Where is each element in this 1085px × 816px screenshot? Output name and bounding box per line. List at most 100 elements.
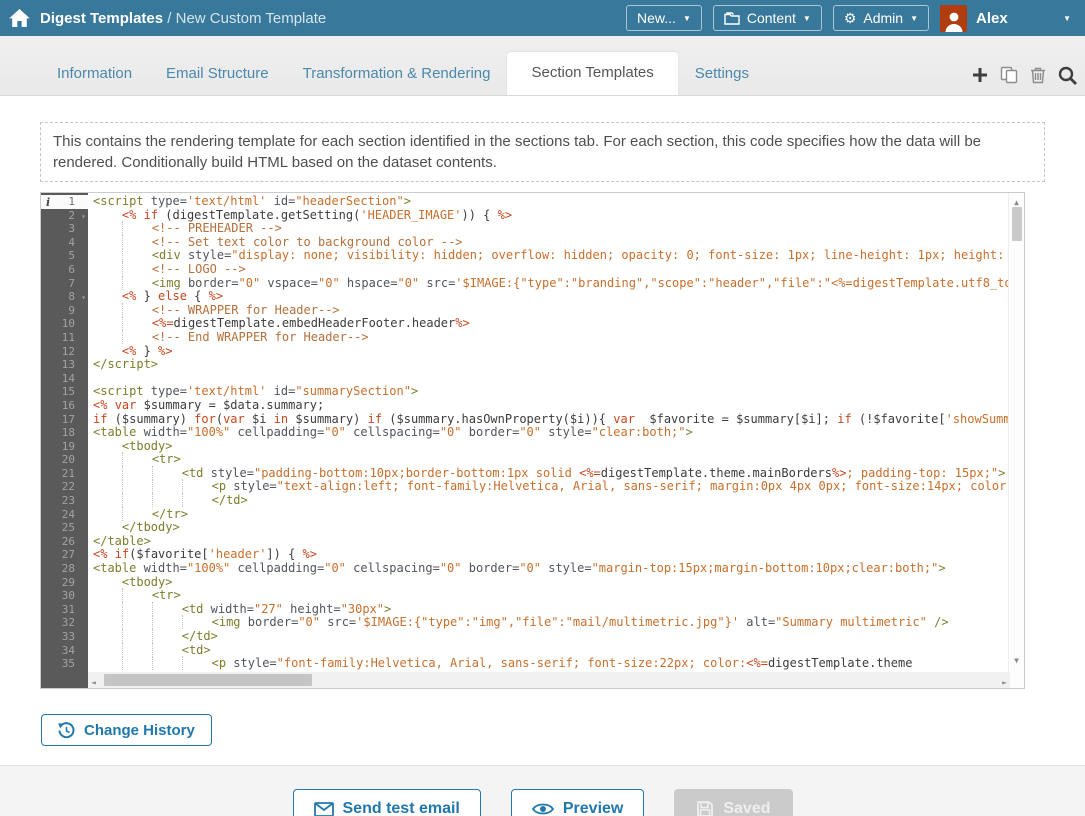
tab-section-templates[interactable]: Section Templates [507, 52, 677, 95]
gutter-line-10[interactable]: 10 [41, 317, 88, 331]
code-line-25: </tbody> [93, 521, 1010, 535]
gutter-line-14[interactable]: 14 [41, 372, 88, 386]
content-menu-button[interactable]: Content ▼ [713, 5, 822, 31]
gutter-line-18[interactable]: 18 [41, 426, 88, 440]
gutter-line-29[interactable]: 29 [41, 576, 88, 590]
gutter-line-15[interactable]: 15 [41, 385, 88, 399]
tab-information[interactable]: Information [40, 54, 149, 95]
tab-transformation-rendering[interactable]: Transformation & Rendering [286, 54, 508, 95]
gutter-line-33[interactable]: 33 [41, 630, 88, 644]
code-line-21: <td style="padding-bottom:10px;border-bo… [93, 467, 1010, 481]
indent-guide [122, 276, 152, 290]
home-button[interactable] [0, 0, 38, 36]
line-number: 24 [62, 508, 75, 521]
fold-arrow-icon[interactable]: ▾ [81, 210, 86, 224]
line-number: 22 [62, 480, 75, 493]
line-number: 6 [68, 263, 75, 276]
gutter-line-13[interactable]: 13 [41, 358, 88, 372]
gutter-line-25[interactable]: 25 [41, 521, 88, 535]
info-annotation-icon[interactable]: i [46, 196, 50, 210]
indent-guide [93, 289, 122, 303]
code-editor[interactable]: i12▾345678▾91011121314151617181920212223… [40, 192, 1025, 689]
gutter-line-6[interactable]: 6 [41, 263, 88, 277]
gutter-line-23[interactable]: 23 [41, 494, 88, 508]
code-line-12: <% } %> [93, 345, 1010, 359]
code-line-30: <tr> [93, 589, 1010, 603]
editor-vertical-scrollbar[interactable]: ▲ ▼ [1008, 193, 1024, 688]
gutter-line-34[interactable]: 34 [41, 644, 88, 658]
scroll-right-arrow-icon[interactable]: ► [1002, 676, 1007, 689]
indent-guide [93, 520, 122, 534]
duplicate-button[interactable] [999, 65, 1019, 85]
new-menu-button[interactable]: New... ▼ [626, 5, 702, 31]
scroll-left-arrow-icon[interactable]: ◄ [91, 676, 96, 689]
indent-guide [93, 479, 122, 493]
gutter-line-11[interactable]: 11 [41, 331, 88, 345]
save-icon [696, 800, 714, 816]
code-line-27: <% if($favorite['header']) { %> [93, 548, 1010, 562]
gutter-line-7[interactable]: 7 [41, 277, 88, 291]
code-line-14 [93, 372, 1010, 386]
tab-settings[interactable]: Settings [678, 54, 766, 95]
gutter-line-8[interactable]: 8▾ [41, 290, 88, 304]
gutter-line-1[interactable]: i1 [41, 195, 88, 209]
line-number: 18 [62, 426, 75, 439]
gutter-line-16[interactable]: 16 [41, 399, 88, 413]
gutter-line-2[interactable]: 2▾ [41, 209, 88, 223]
editor-code-area[interactable]: <script type='text/html' id="headerSecti… [88, 193, 1010, 674]
indent-guide [122, 248, 152, 262]
user-menu-button[interactable]: Alex ▼ [940, 0, 1085, 36]
admin-menu-button[interactable]: ⚙ Admin ▼ [833, 5, 929, 31]
gutter-line-4[interactable]: 4 [41, 236, 88, 250]
indent-guide [122, 588, 152, 602]
gutter-line-35[interactable]: 35 [41, 657, 88, 671]
line-number: 33 [62, 630, 75, 643]
indent-guide [152, 656, 182, 670]
change-history-button[interactable]: Change History [41, 714, 212, 746]
gutter-line-28[interactable]: 28 [41, 562, 88, 576]
indent-guide [93, 656, 122, 670]
top-navigation-bar: Digest Templates / New Custom Template N… [0, 0, 1085, 36]
editor-horizontal-scrollbar[interactable]: ◄ ► [88, 672, 1010, 688]
gutter-line-20[interactable]: 20 [41, 453, 88, 467]
gutter-line-32[interactable]: 32 [41, 616, 88, 630]
fold-arrow-icon[interactable]: ▾ [81, 291, 86, 305]
chevron-down-icon: ▼ [1063, 14, 1071, 23]
delete-button[interactable] [1028, 65, 1048, 85]
gutter-line-24[interactable]: 24 [41, 508, 88, 522]
gutter-line-26[interactable]: 26 [41, 535, 88, 549]
tab-email-structure[interactable]: Email Structure [149, 54, 286, 95]
gutter-line-31[interactable]: 31 [41, 603, 88, 617]
gutter-line-30[interactable]: 30 [41, 589, 88, 603]
chevron-down-icon: ▼ [683, 14, 691, 23]
vertical-scroll-thumb[interactable] [1012, 207, 1022, 241]
chevron-down-icon: ▼ [803, 14, 811, 23]
scroll-down-arrow-icon[interactable]: ▼ [1009, 654, 1024, 668]
horizontal-scroll-thumb[interactable] [104, 674, 312, 686]
saved-button[interactable]: Saved [674, 789, 792, 816]
indent-guide [182, 615, 212, 629]
gutter-line-17[interactable]: 17 [41, 413, 88, 427]
line-number: 21 [62, 467, 75, 480]
search-button[interactable] [1057, 65, 1077, 85]
line-number: 5 [68, 249, 75, 262]
code-line-33: </td> [93, 630, 1010, 644]
gutter-line-12[interactable]: 12 [41, 345, 88, 359]
gutter-line-22[interactable]: 22 [41, 480, 88, 494]
indent-guide [93, 588, 122, 602]
add-button[interactable] [970, 65, 990, 85]
gutter-line-27[interactable]: 27 [41, 548, 88, 562]
gutter-line-3[interactable]: 3 [41, 222, 88, 236]
preview-button[interactable]: Preview [511, 789, 644, 816]
gutter-line-5[interactable]: 5 [41, 249, 88, 263]
indent-guide [93, 330, 122, 344]
gutter-line-21[interactable]: 21 [41, 467, 88, 481]
gutter-line-9[interactable]: 9 [41, 304, 88, 318]
code-line-16: <% var $summary = $data.summary; [93, 399, 1010, 413]
indent-guide [93, 248, 122, 262]
indent-guide [122, 262, 152, 276]
indent-guide [122, 330, 152, 344]
send-test-email-button[interactable]: Send test email [293, 789, 481, 816]
breadcrumb-root[interactable]: Digest Templates [40, 10, 163, 27]
gutter-line-19[interactable]: 19 [41, 440, 88, 454]
